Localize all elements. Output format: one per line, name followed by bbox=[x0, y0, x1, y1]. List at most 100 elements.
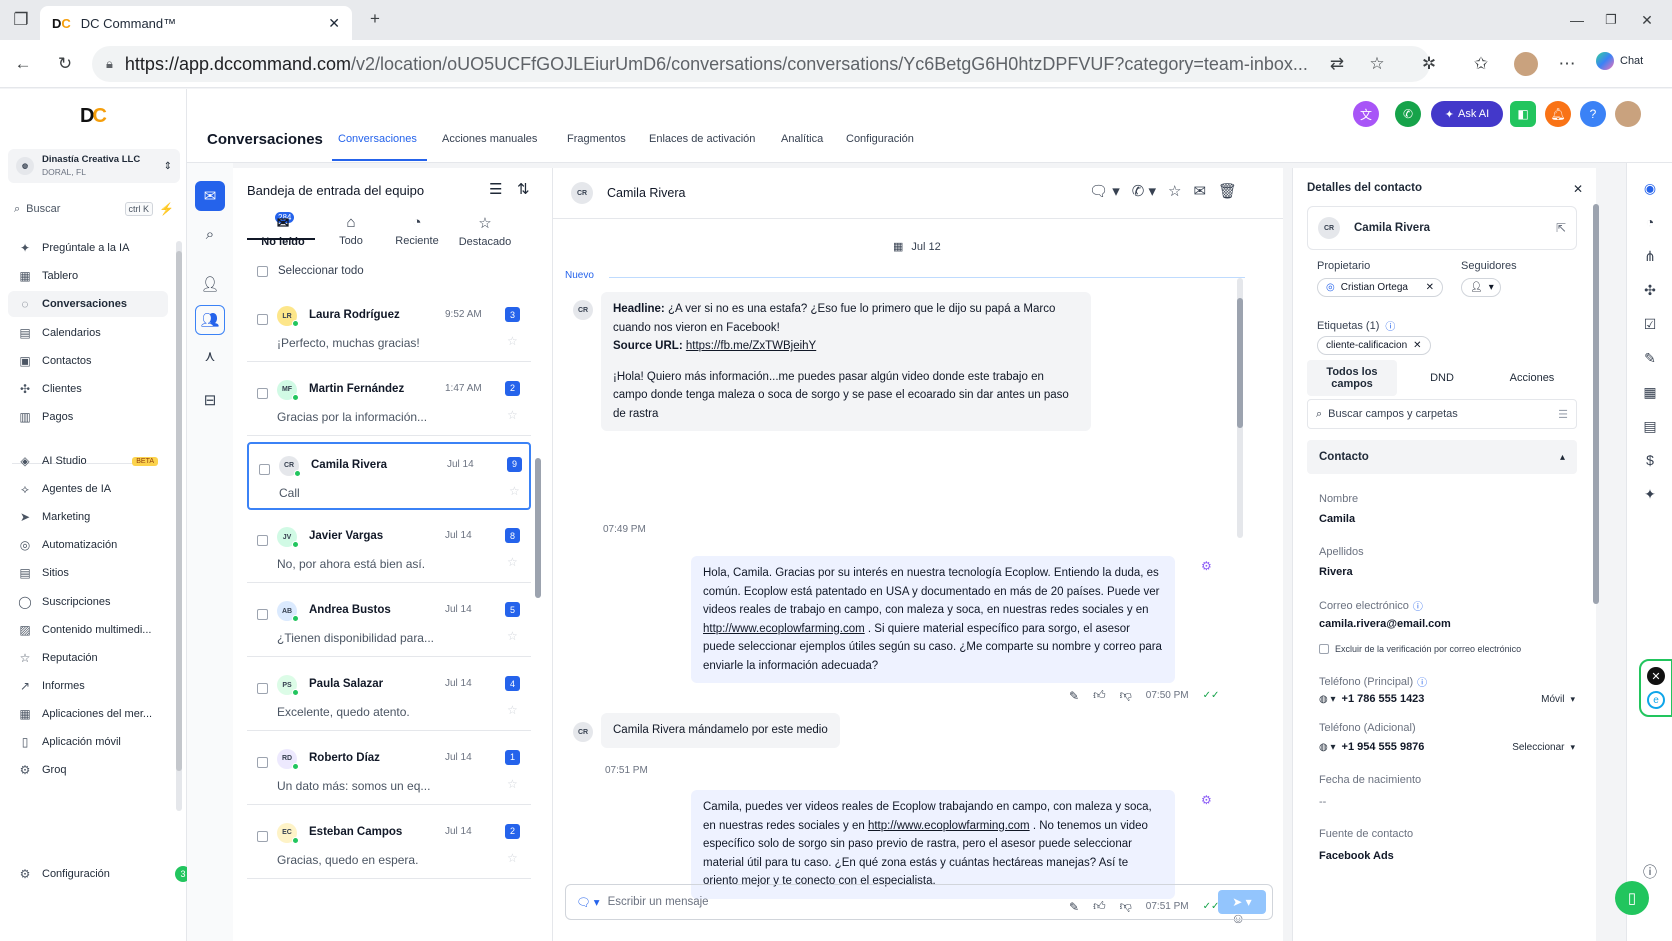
first-name-value[interactable]: Camila bbox=[1319, 513, 1355, 525]
conversation-checkbox[interactable] bbox=[257, 683, 268, 694]
notifications-bell-icon[interactable]: 🔔︎ bbox=[1545, 101, 1571, 127]
sidebar-item[interactable]: ➤ Marketing bbox=[8, 504, 168, 530]
ask-ai-button[interactable]: ✦ Ask AI bbox=[1431, 101, 1503, 127]
conversation-item[interactable]: LR Laura Rodríguez 9:52 AM 3 ¡Perfecto, much… bbox=[247, 294, 531, 362]
announcements-icon[interactable]: ◧ bbox=[1510, 101, 1536, 127]
sidebar-search[interactable]: ⌕ Buscar ctrl K ⚡ bbox=[8, 197, 180, 221]
workflow-icon[interactable]: ⋏ bbox=[195, 341, 225, 371]
conversation-icon[interactable]: ◉ bbox=[1639, 177, 1661, 199]
call-icon[interactable]: ✆ ▾ bbox=[1132, 182, 1156, 200]
mail-icon[interactable]: ✉ bbox=[1193, 182, 1206, 200]
birth-value[interactable]: -- bbox=[1319, 796, 1326, 808]
channel-selector-icon[interactable]: 🗨︎ ▾ bbox=[1089, 182, 1120, 200]
close-window-icon[interactable]: ✕ bbox=[1636, 9, 1658, 31]
bookmark-star-icon[interactable]: ☆ bbox=[1366, 53, 1388, 75]
lightning-icon[interactable]: ⚡ bbox=[159, 202, 174, 216]
payments-icon[interactable]: $ bbox=[1639, 449, 1661, 471]
filter-tab[interactable]: ⌂ Todo bbox=[315, 214, 387, 247]
browser-tab[interactable]: DC DC Command™ ✕ bbox=[40, 6, 352, 40]
tab-settings[interactable]: Configuración bbox=[846, 133, 914, 145]
profile-avatar[interactable] bbox=[1514, 52, 1538, 76]
star-icon[interactable]: ☆ bbox=[507, 629, 518, 643]
conversation-item[interactable]: EC Esteban Campos Jul 14 2 Gracias, quedo en… bbox=[247, 811, 531, 879]
filter-icon[interactable]: ☰ bbox=[1558, 408, 1568, 421]
archive-icon[interactable]: ⊟ bbox=[195, 385, 225, 415]
sidebar-item[interactable]: ▤ Calendarios bbox=[8, 320, 168, 346]
filter-tab[interactable]: ☆ Destacado bbox=[449, 214, 521, 248]
tab-dnd[interactable]: DND bbox=[1397, 366, 1487, 390]
tag-chip[interactable]: cliente-calificacion ✕ bbox=[1317, 336, 1431, 355]
sidebar-item[interactable]: ☆ Reputación bbox=[8, 645, 168, 671]
mobile-phone-icon[interactable]: ▯ bbox=[1615, 881, 1649, 915]
thumbs-down-icon[interactable]: 👎︎ bbox=[1120, 688, 1132, 703]
notes-icon[interactable]: ✎ bbox=[1639, 347, 1661, 369]
followers-select[interactable]: 👤︎ ▾ bbox=[1461, 278, 1501, 297]
translate-icon[interactable]: ⇄ bbox=[1326, 53, 1348, 75]
conversation-item[interactable]: MF Martin Fernández 1:47 AM 2 Gracias por la… bbox=[247, 368, 531, 436]
tab-conversations[interactable]: Conversaciones bbox=[338, 133, 417, 145]
sidebar-item[interactable]: ▨ Contenido multimedi... bbox=[8, 617, 168, 643]
pin-icon[interactable]: ✎ bbox=[1069, 689, 1079, 703]
tab-trigger-links[interactable]: Enlaces de activación bbox=[649, 133, 755, 145]
sidebar-item[interactable]: ▦ Aplicaciones del mer... bbox=[8, 701, 168, 727]
conversation-checkbox[interactable] bbox=[257, 830, 268, 842]
channel-chat-icon[interactable]: 🗨︎ ▾ bbox=[576, 895, 600, 909]
minimize-icon[interactable]: — bbox=[1566, 9, 1588, 31]
phone2-type[interactable]: Seleccionar bbox=[1512, 742, 1564, 753]
star-icon[interactable]: ☆ bbox=[507, 408, 518, 422]
last-name-value[interactable]: Rivera bbox=[1319, 566, 1353, 578]
back-icon[interactable]: ← bbox=[12, 53, 34, 75]
reload-icon[interactable]: ↻ bbox=[54, 53, 76, 75]
help-icon[interactable]: ? bbox=[1580, 101, 1606, 127]
restore-icon[interactable]: ❐ bbox=[1600, 9, 1622, 31]
tab-all-fields[interactable]: Todos los campos bbox=[1307, 360, 1397, 396]
tab-manual-actions[interactable]: Acciones manuales bbox=[442, 133, 537, 145]
conversation-item[interactable]: AB Andrea Bustos Jul 14 5 ¿Tienen disponibil… bbox=[247, 589, 531, 658]
team-inbox-icon[interactable]: 👥︎ bbox=[195, 305, 225, 335]
clear-icon[interactable]: ✕ bbox=[1426, 282, 1434, 293]
contact-scrollbar[interactable] bbox=[1593, 204, 1599, 604]
phone-icon[interactable]: ✆ bbox=[1395, 101, 1421, 127]
new-tab-icon[interactable]: + bbox=[364, 8, 386, 30]
tab-snippets[interactable]: Fragmentos bbox=[567, 133, 626, 145]
account-switcher[interactable]: ◍ Dinastía Creativa LLC DORAL, FL ⇕ bbox=[8, 149, 180, 183]
sidebar-item[interactable]: ▦ Tablero bbox=[8, 263, 168, 289]
owner-select[interactable]: ◎ Cristian Ortega ✕ bbox=[1317, 278, 1443, 297]
email-value[interactable]: camila.rivera@email.com bbox=[1319, 618, 1451, 630]
history-icon[interactable]: ◔ bbox=[1639, 211, 1661, 233]
sidebar-item[interactable]: ▤ Sitios bbox=[8, 560, 168, 586]
sidebar-item[interactable]: ✦ Pregúntale a la IA bbox=[8, 235, 168, 261]
contact-section-header[interactable]: Contacto ▴ bbox=[1307, 440, 1577, 474]
filter-tab[interactable]: ◔ Reciente bbox=[381, 214, 453, 247]
sidebar-item[interactable]: ◌ Conversaciones bbox=[8, 291, 168, 318]
info-circle-icon[interactable]: ⓘ bbox=[1639, 861, 1661, 883]
extensions-icon[interactable]: ✲ bbox=[1418, 53, 1440, 75]
conversation-checkbox[interactable] bbox=[257, 756, 268, 768]
phone2-value[interactable]: +1 954 555 9876 bbox=[1342, 741, 1507, 753]
documents-icon[interactable]: ▤ bbox=[1639, 415, 1661, 437]
sidebar-item-settings[interactable]: ⚙ Configuración bbox=[8, 861, 168, 887]
ai-icon[interactable]: ✦ bbox=[1639, 483, 1661, 505]
sidebar-item[interactable]: ▣ Contactos bbox=[8, 348, 168, 374]
field-search[interactable]: ⌕ Buscar campos y carpetas ☰ bbox=[1307, 399, 1577, 429]
conversation-item[interactable]: JV Javier Vargas Jul 14 8 No, por ahora está… bbox=[247, 515, 531, 584]
tab-actions-icon[interactable]: ❐ bbox=[10, 9, 32, 31]
thumbs-up-icon[interactable]: 👍︎ bbox=[1093, 688, 1106, 703]
search-conversations-icon[interactable]: ⌕ bbox=[195, 219, 225, 249]
sidebar-item[interactable]: ◎ Automatización bbox=[8, 532, 168, 558]
star-icon[interactable]: ☆ bbox=[507, 334, 518, 348]
close-panel-icon[interactable]: ✕ bbox=[1573, 182, 1583, 196]
sidebar-item[interactable]: ↗ Informes bbox=[8, 673, 168, 699]
trash-icon[interactable]: 🗑︎ bbox=[1218, 182, 1237, 200]
conversation-item[interactable]: PS Paula Salazar Jul 14 4 Excelente, quedo a… bbox=[247, 663, 531, 731]
close-circle-icon[interactable]: ✕ bbox=[1647, 667, 1665, 685]
tasks-icon[interactable]: ☑ bbox=[1639, 313, 1661, 335]
star-icon[interactable]: ☆ bbox=[507, 555, 518, 569]
favorites-icon[interactable]: ✩ bbox=[1470, 53, 1492, 75]
sidebar-item[interactable]: ✣ Clientes bbox=[8, 376, 168, 402]
translate-app-icon[interactable]: 文 bbox=[1353, 101, 1379, 127]
conversation-checkbox[interactable] bbox=[257, 535, 268, 547]
close-tab-icon[interactable]: ✕ bbox=[328, 15, 340, 32]
select-all[interactable]: Seleccionar todo bbox=[257, 265, 364, 277]
chat-scrollbar[interactable] bbox=[1237, 278, 1243, 538]
